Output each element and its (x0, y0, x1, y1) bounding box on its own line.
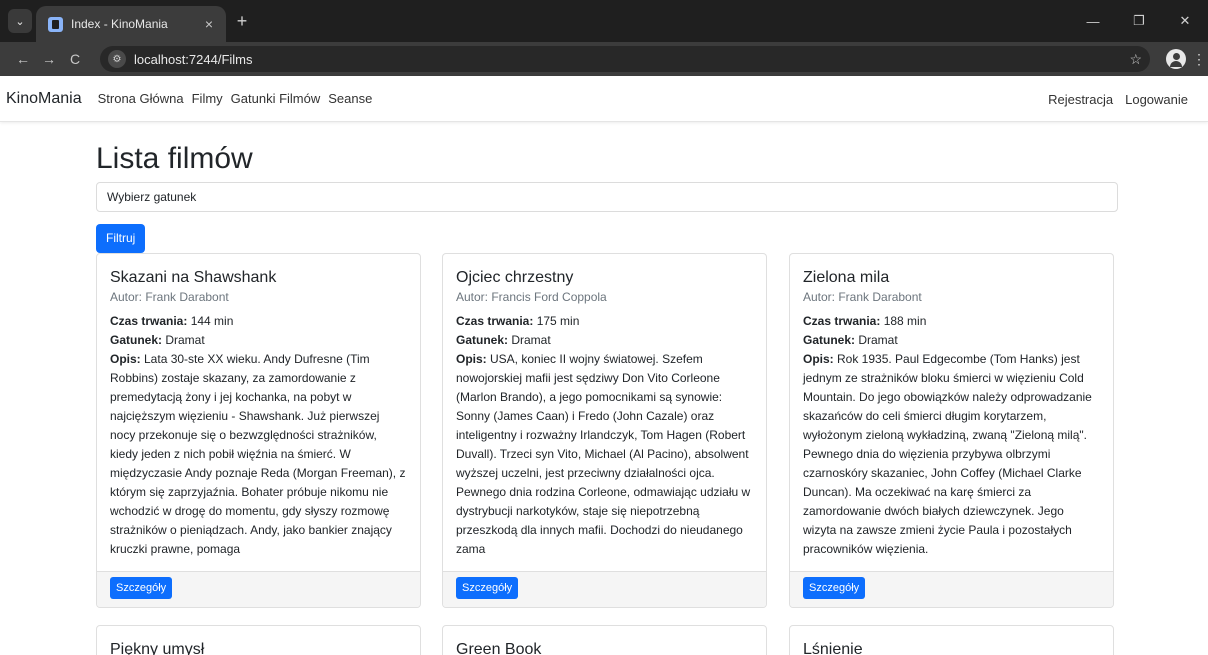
new-tab-button[interactable]: + (232, 11, 252, 31)
film-duration: Czas trwania: 175 min (456, 312, 753, 331)
duration-label: Czas trwania: (803, 314, 881, 328)
nav-link-login[interactable]: Logowanie (1125, 92, 1188, 107)
browser-tab-bar: ⌄ Index - KinoMania × + — ❐ ✕ (0, 0, 1208, 42)
nav-link-screenings[interactable]: Seanse (328, 91, 372, 106)
page-favicon-icon (48, 16, 63, 32)
film-card: Skazani na Shawshank Autor: Frank Darabo… (96, 253, 421, 608)
film-duration: Czas trwania: 144 min (110, 312, 407, 331)
card-body: Green Book (443, 626, 766, 655)
back-button[interactable]: ← (10, 51, 36, 67)
film-description: Opis: USA, koniec II wojny światowej. Sz… (456, 350, 753, 559)
auth-links: Rejestracja Logowanie (1048, 76, 1188, 122)
card-body: Lśnienie (790, 626, 1113, 655)
reload-button[interactable]: C (62, 51, 88, 67)
description-text: USA, koniec II wojny światowej. Szefem n… (456, 352, 751, 556)
bookmark-star-icon[interactable]: ☆ (1129, 51, 1142, 68)
close-window-button[interactable]: ✕ (1162, 0, 1208, 42)
tab-title: Index - KinoMania (71, 17, 168, 31)
main-content: Lista filmów Wybierz gatunek Filtruj Ska… (96, 122, 1118, 655)
nav-link-register[interactable]: Rejestracja (1048, 92, 1113, 107)
duration-label: Czas trwania: (456, 314, 534, 328)
film-author: Autor: Frank Darabont (110, 290, 229, 304)
film-author: Autor: Francis Ford Coppola (456, 290, 607, 304)
description-text: Lata 30-ste XX wieku. Andy Dufresne (Tim… (110, 352, 406, 556)
minimize-button[interactable]: — (1070, 0, 1116, 42)
film-description: Opis: Lata 30-ste XX wieku. Andy Dufresn… (110, 350, 407, 559)
film-card: Zielona mila Autor: Frank Darabont Czas … (789, 253, 1114, 608)
film-duration: Czas trwania: 188 min (803, 312, 1100, 331)
nav-links: Strona Główna Filmy Gatunki Filmów Seans… (98, 91, 373, 106)
film-genre: Gatunek: Dramat (110, 331, 407, 350)
film-title: Ojciec chrzestny (456, 269, 574, 286)
card-footer: Szczegóły (790, 571, 1113, 607)
film-card: Green Book (442, 625, 767, 655)
details-button[interactable]: Szczegóły (803, 577, 866, 599)
film-genre: Gatunek: Dramat (456, 331, 753, 350)
forward-button[interactable]: → (36, 51, 62, 67)
duration-value: 144 min (187, 314, 234, 328)
card-footer: Szczegóły (97, 571, 420, 607)
card-body: Ojciec chrzestny Autor: Francis Ford Cop… (443, 254, 766, 571)
card-body: Zielona mila Autor: Frank Darabont Czas … (790, 254, 1113, 571)
brand-logo[interactable]: KinoMania (6, 90, 82, 108)
film-card: Lśnienie (789, 625, 1114, 655)
restore-button[interactable]: ❐ (1116, 0, 1162, 42)
window-controls: — ❐ ✕ (1070, 0, 1208, 42)
nav-link-genres[interactable]: Gatunki Filmów (231, 91, 321, 106)
details-button[interactable]: Szczegóły (110, 577, 173, 599)
genre-value: Dramat (508, 333, 551, 347)
genre-value: Dramat (855, 333, 898, 347)
genre-value: Dramat (162, 333, 205, 347)
card-body: Skazani na Shawshank Autor: Frank Darabo… (97, 254, 420, 571)
description-label: Opis: (803, 352, 834, 366)
address-bar[interactable]: ⚙ localhost:7244/Films ☆ (100, 46, 1150, 72)
browser-menu-icon[interactable]: ⋮ (1192, 51, 1206, 67)
film-author: Autor: Frank Darabont (803, 290, 922, 304)
page-title: Lista filmów (96, 142, 253, 175)
film-card: Ojciec chrzestny Autor: Francis Ford Cop… (442, 253, 767, 608)
film-title: Piękny umysł (110, 641, 205, 655)
card-body: Piękny umysł (97, 626, 420, 655)
details-button[interactable]: Szczegóły (456, 577, 519, 599)
genre-label: Gatunek: (456, 333, 509, 347)
film-card: Piękny umysł (96, 625, 421, 655)
film-genre: Gatunek: Dramat (803, 331, 1100, 350)
duration-label: Czas trwania: (110, 314, 188, 328)
filter-button[interactable]: Filtruj (96, 224, 146, 253)
genre-label: Gatunek: (110, 333, 163, 347)
film-title: Skazani na Shawshank (110, 269, 277, 286)
nav-link-home[interactable]: Strona Główna (98, 91, 184, 106)
site-settings-icon[interactable]: ⚙ (108, 50, 126, 68)
duration-value: 188 min (880, 314, 927, 328)
genre-select[interactable]: Wybierz gatunek (96, 182, 1118, 212)
film-title: Zielona mila (803, 269, 890, 286)
tab-list-button[interactable]: ⌄ (8, 9, 32, 33)
profile-avatar-icon[interactable] (1166, 49, 1186, 69)
browser-toolbar: ← → C ⚙ localhost:7244/Films ☆ ⋮ (0, 42, 1208, 76)
duration-value: 175 min (533, 314, 580, 328)
description-label: Opis: (110, 352, 141, 366)
film-description: Opis: Rok 1935. Paul Edgecombe (Tom Hank… (803, 350, 1100, 559)
description-text: Rok 1935. Paul Edgecombe (Tom Hanks) jes… (803, 352, 1092, 556)
tab-close-icon[interactable]: × (200, 16, 218, 32)
card-footer: Szczegóły (443, 571, 766, 607)
film-title: Green Book (456, 641, 542, 655)
genre-label: Gatunek: (803, 333, 856, 347)
site-navbar: KinoMania Strona Główna Filmy Gatunki Fi… (0, 76, 1208, 122)
film-title: Lśnienie (803, 641, 863, 655)
url-text: localhost:7244/Films (134, 51, 253, 67)
nav-link-films[interactable]: Filmy (192, 91, 223, 106)
browser-tab-active[interactable]: Index - KinoMania × (36, 6, 226, 42)
description-label: Opis: (456, 352, 487, 366)
